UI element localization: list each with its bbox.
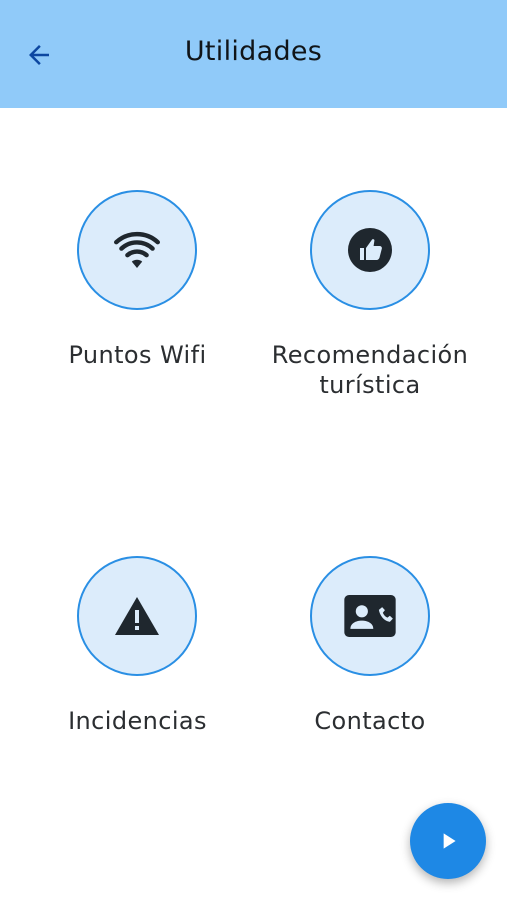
tile-label: Puntos Wifi xyxy=(68,341,207,369)
tile-recomendacion-turistica[interactable]: Recomendación turística xyxy=(265,190,475,410)
contact-circle[interactable] xyxy=(310,556,430,676)
page-title: Utilidades xyxy=(184,36,323,67)
tile-label: Incidencias xyxy=(68,707,207,735)
wifi-icon xyxy=(114,231,160,268)
wifi-circle[interactable] xyxy=(77,190,197,310)
app-bar: Utilidades xyxy=(0,0,507,108)
play-icon xyxy=(443,833,456,849)
incidents-circle[interactable] xyxy=(77,556,197,676)
recommendation-circle[interactable] xyxy=(310,190,430,310)
tile-label: Recomendación turística xyxy=(271,341,469,399)
tile-puntos-wifi[interactable]: Puntos Wifi xyxy=(60,190,215,390)
contact-card-icon xyxy=(344,595,396,637)
tile-incidencias[interactable]: Incidencias xyxy=(60,556,215,756)
tile-label: Contacto xyxy=(314,707,426,735)
warning-icon xyxy=(115,597,159,635)
play-fab-button[interactable] xyxy=(410,803,486,879)
tile-contacto[interactable]: Contacto xyxy=(295,556,445,756)
thumbs-up-icon xyxy=(348,228,392,272)
